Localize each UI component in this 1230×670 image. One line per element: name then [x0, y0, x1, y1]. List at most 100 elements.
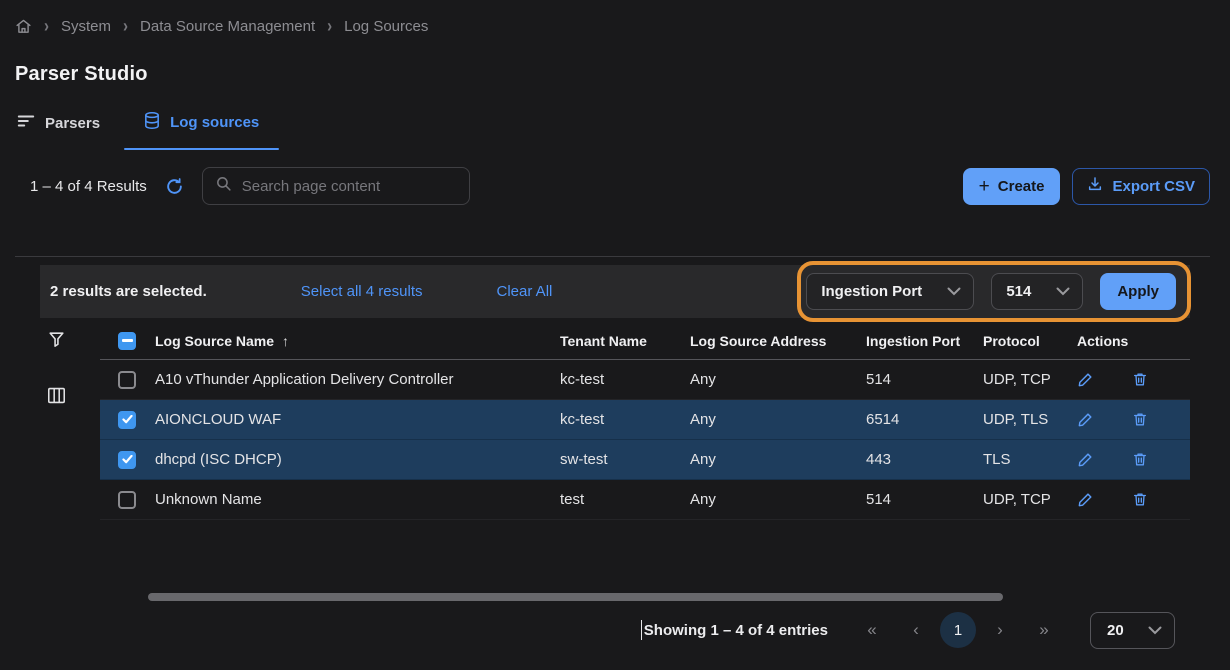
field-dropdown[interactable]: Ingestion Port [806, 273, 974, 310]
header-ingestion-port[interactable]: Ingestion Port [866, 333, 983, 349]
cell-log-source-name: A10 vThunder Application Delivery Contro… [155, 371, 560, 388]
refresh-icon[interactable] [165, 177, 184, 196]
page-size-dropdown[interactable]: 20 [1090, 612, 1175, 649]
table-row[interactable]: AIONCLOUD WAF kc-test Any 6514 UDP, TLS [100, 400, 1190, 440]
download-icon [1087, 176, 1103, 196]
chevron-down-icon [1056, 287, 1070, 296]
breadcrumb-separator-icon: › [327, 16, 332, 37]
filter-icon[interactable] [47, 330, 66, 349]
cell-ingestion-port: 514 [866, 491, 983, 508]
create-button-label: Create [998, 178, 1045, 195]
bulk-edit-controls: Ingestion Port 514 Apply [806, 273, 1176, 310]
selection-banner: 2 results are selected. Select all 4 res… [40, 265, 1190, 318]
search-box [202, 167, 470, 205]
home-icon[interactable] [15, 18, 32, 35]
columns-icon[interactable] [47, 387, 66, 404]
delete-icon[interactable] [1132, 451, 1148, 468]
last-page-button[interactable]: » [1022, 620, 1066, 640]
tab-bar: Parsers Log sources [0, 86, 1230, 149]
table-left-rail [47, 330, 66, 404]
parser-studio-page: › System › Data Source Management › Log … [0, 0, 1230, 670]
sort-ascending-icon: ↑ [282, 333, 289, 349]
chevron-down-icon [1148, 626, 1162, 635]
toolbar: 1 – 4 of 4 Results + Create Export CSV [0, 149, 1230, 205]
pager: « ‹ 1 › » [850, 612, 1066, 648]
cell-tenant-name: sw-test [560, 451, 690, 468]
header-log-source-address[interactable]: Log Source Address [690, 333, 866, 349]
next-page-button[interactable]: › [978, 620, 1022, 640]
header-protocol[interactable]: Protocol [983, 333, 1065, 349]
showing-entries-text: Showing 1 – 4 of 4 entries [644, 622, 828, 639]
cell-ingestion-port: 514 [866, 371, 983, 388]
table-row[interactable]: dhcpd (ISC DHCP) sw-test Any 443 TLS [100, 440, 1190, 480]
toolbar-actions: + Create Export CSV [963, 168, 1210, 205]
breadcrumb-separator-icon: › [44, 16, 49, 37]
page-title: Parser Studio [0, 35, 1230, 86]
database-icon [144, 112, 160, 133]
table-row[interactable]: Unknown Name test Any 514 UDP, TCP [100, 480, 1190, 520]
cell-log-source-name: AIONCLOUD WAF [155, 411, 560, 428]
cell-tenant-name: test [560, 491, 690, 508]
export-csv-label: Export CSV [1112, 178, 1195, 195]
text-cursor [641, 620, 642, 640]
row-checkbox[interactable] [118, 371, 136, 389]
cell-log-source-address: Any [690, 491, 866, 508]
edit-icon[interactable] [1077, 411, 1094, 428]
create-button[interactable]: + Create [963, 168, 1061, 205]
tab-parsers[interactable]: Parsers [17, 113, 100, 149]
delete-icon[interactable] [1132, 491, 1148, 508]
horizontal-scrollbar[interactable] [148, 593, 1003, 601]
breadcrumb-data-source-management[interactable]: Data Source Management [140, 18, 315, 35]
previous-page-button[interactable]: ‹ [894, 620, 938, 640]
cell-protocol: TLS [983, 451, 1065, 468]
cell-ingestion-port: 6514 [866, 411, 983, 428]
clear-all-link[interactable]: Clear All [497, 283, 553, 300]
delete-icon[interactable] [1132, 411, 1148, 428]
cell-protocol: UDP, TLS [983, 411, 1065, 428]
tab-log-sources-label: Log sources [170, 114, 259, 131]
breadcrumb: › System › Data Source Management › Log … [0, 0, 1230, 35]
delete-icon[interactable] [1132, 371, 1148, 388]
search-input[interactable] [242, 178, 457, 195]
cell-protocol: UDP, TCP [983, 371, 1065, 388]
row-checkbox[interactable] [118, 451, 136, 469]
search-icon [215, 175, 232, 197]
value-dropdown-value: 514 [1006, 283, 1031, 300]
apply-button[interactable]: Apply [1100, 273, 1176, 310]
tabs-divider [15, 256, 1210, 257]
cell-protocol: UDP, TCP [983, 491, 1065, 508]
cell-ingestion-port: 443 [866, 451, 983, 468]
tab-parsers-label: Parsers [45, 115, 100, 132]
edit-icon[interactable] [1077, 451, 1094, 468]
pagination-footer: Showing 1 – 4 of 4 entries « ‹ 1 › » 20 [0, 610, 1230, 650]
results-count: 1 – 4 of 4 Results [30, 178, 147, 195]
cell-log-source-name: dhcpd (ISC DHCP) [155, 451, 560, 468]
edit-icon[interactable] [1077, 491, 1094, 508]
cell-log-source-address: Any [690, 451, 866, 468]
select-all-checkbox[interactable] [118, 332, 136, 350]
selection-count-text: 2 results are selected. [50, 283, 207, 300]
cell-log-source-address: Any [690, 371, 866, 388]
row-checkbox[interactable] [118, 491, 136, 509]
cell-log-source-name: Unknown Name [155, 491, 560, 508]
select-all-link[interactable]: Select all 4 results [301, 283, 423, 300]
export-csv-button[interactable]: Export CSV [1072, 168, 1210, 205]
log-sources-table: Log Source Name ↑ Tenant Name Log Source… [100, 322, 1190, 520]
header-tenant-name[interactable]: Tenant Name [560, 333, 690, 349]
edit-icon[interactable] [1077, 371, 1094, 388]
tab-log-sources[interactable]: Log sources [144, 112, 259, 149]
table-row[interactable]: A10 vThunder Application Delivery Contro… [100, 360, 1190, 400]
current-page-indicator[interactable]: 1 [940, 612, 976, 648]
chevron-down-icon [947, 287, 961, 296]
cell-log-source-address: Any [690, 411, 866, 428]
breadcrumb-system[interactable]: System [61, 18, 111, 35]
row-checkbox[interactable] [118, 411, 136, 429]
breadcrumb-log-sources[interactable]: Log Sources [344, 18, 428, 35]
parsers-icon [17, 113, 35, 133]
first-page-button[interactable]: « [850, 620, 894, 640]
header-actions: Actions [1065, 333, 1190, 349]
value-dropdown[interactable]: 514 [991, 273, 1083, 310]
header-log-source-name[interactable]: Log Source Name ↑ [155, 333, 560, 349]
page-size-value: 20 [1107, 622, 1124, 639]
field-dropdown-value: Ingestion Port [821, 283, 922, 300]
